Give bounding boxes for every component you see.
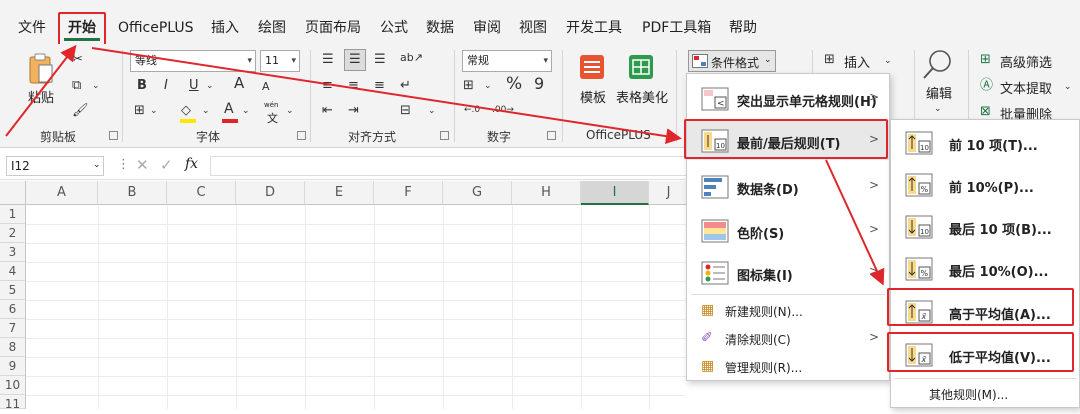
arrow-to-home-tab [5,44,77,137]
annotation-arrows [5,44,885,286]
arrow-to-above-average [825,159,885,286]
arrow-to-top-bottom-rules [91,47,682,145]
